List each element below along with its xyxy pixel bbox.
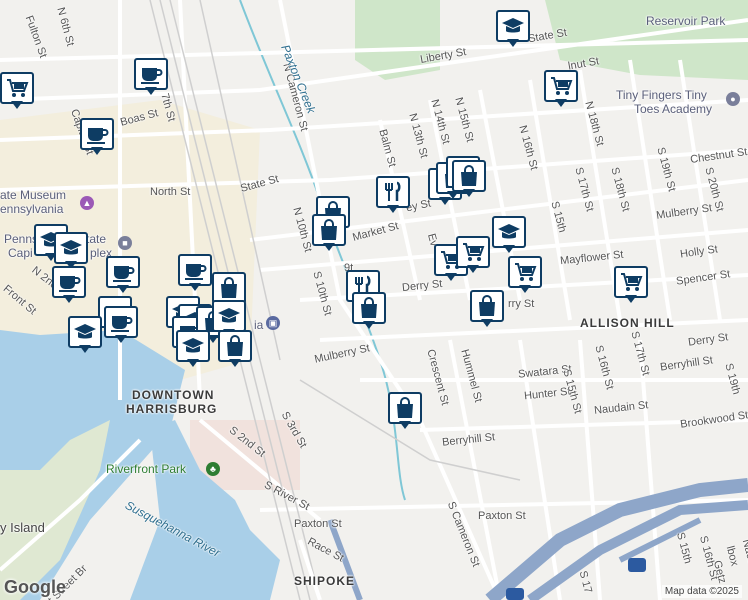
area-label-allison-hill: ALLISON HILL [580, 316, 675, 330]
poi-label-state-museum-1[interactable]: ate Museum [0, 188, 66, 202]
pin-tip [503, 245, 515, 253]
bag-pin[interactable] [470, 290, 504, 328]
pin-tip [399, 421, 411, 429]
cart-icon [456, 236, 490, 268]
bag-icon [452, 160, 486, 192]
street-label-paxton1: Paxton St [294, 518, 342, 530]
street-label-north: North St [150, 186, 191, 198]
cart-pin[interactable] [544, 70, 578, 108]
bag-pin[interactable] [452, 160, 486, 198]
pin-tip [117, 285, 129, 293]
map-attribution[interactable]: Map data ©2025 [661, 585, 742, 598]
bag-pin[interactable] [312, 214, 346, 252]
pin-tip [187, 359, 199, 367]
street-label-derry3: rry St [508, 298, 535, 310]
cart-pin[interactable] [508, 256, 542, 294]
street-label-paxton2: Paxton St [478, 510, 526, 522]
cup-icon [134, 58, 168, 90]
pin-tip [145, 87, 157, 95]
poi-label-tiny-fingers[interactable]: Tiny Fingers Tiny [616, 88, 707, 102]
school-icon-tiny-fingers: ● [726, 92, 740, 106]
pin-tip [507, 39, 519, 47]
poi-label-state-museum-2[interactable]: ennsylvania [0, 202, 63, 216]
cup-pin[interactable] [52, 266, 86, 304]
cup-pin[interactable] [104, 306, 138, 344]
cup-pin[interactable] [134, 58, 168, 96]
school-icon [496, 10, 530, 42]
cart-icon [614, 266, 648, 298]
pin-tip [79, 345, 91, 353]
pin-tip [387, 205, 399, 213]
poi-label-tiny-toes[interactable]: Toes Academy [634, 102, 712, 116]
poi-label-capitol-2[interactable]: Capi [8, 246, 33, 260]
cup-icon [178, 254, 212, 286]
bag-icon [312, 214, 346, 246]
bag-pin[interactable] [218, 330, 252, 368]
school-icon [212, 300, 246, 332]
pin-tip [555, 99, 567, 107]
pin-tip [91, 147, 103, 155]
pin-tip [189, 283, 201, 291]
poi-label-reservoir-park[interactable]: Reservoir Park [646, 14, 725, 28]
area-label-shipoke: SHIPOKE [294, 574, 356, 588]
cart-icon [0, 72, 34, 104]
pin-tip [11, 101, 23, 109]
poi-label-station[interactable]: ia [254, 318, 263, 332]
cup-pin[interactable] [106, 256, 140, 294]
pin-tip [323, 243, 335, 251]
cup-pin[interactable] [80, 118, 114, 156]
school-pin[interactable] [492, 216, 526, 254]
museum-icon: ▲ [80, 196, 94, 210]
school-pin[interactable] [54, 232, 88, 270]
school-icon [54, 232, 88, 264]
pin-tip [115, 335, 127, 343]
school-pin[interactable] [68, 316, 102, 354]
landmark-icon: ■ [118, 236, 132, 250]
bag-icon [470, 290, 504, 322]
area-label-harrisburg: HARRISBURG [126, 402, 218, 416]
pin-tip [467, 265, 479, 273]
cup-icon [80, 118, 114, 150]
pin-tip [625, 295, 637, 303]
pin-tip [63, 295, 75, 303]
food-pin[interactable] [376, 176, 410, 214]
food-icon [376, 176, 410, 208]
cart-pin[interactable] [0, 72, 34, 110]
bag-icon [218, 330, 252, 362]
cup-icon [104, 306, 138, 338]
cup-pin[interactable] [178, 254, 212, 292]
bag-pin[interactable] [388, 392, 422, 430]
cart-pin[interactable] [614, 266, 648, 304]
school-pin[interactable] [496, 10, 530, 48]
poi-label-capitol-1[interactable]: Penns [4, 232, 38, 246]
pin-tip [445, 273, 457, 281]
train-station-icon: ▣ [266, 316, 280, 330]
school-pin[interactable] [176, 330, 210, 368]
school-icon [68, 316, 102, 348]
cart-pin[interactable] [456, 236, 490, 274]
pin-tip [519, 285, 531, 293]
cup-icon [52, 266, 86, 298]
google-logo: Google [4, 577, 66, 597]
cart-icon [544, 70, 578, 102]
area-label-downtown: DOWNTOWN [132, 388, 215, 402]
bag-pin[interactable] [352, 292, 386, 330]
island-label: y Island [0, 520, 45, 535]
school-icon [176, 330, 210, 362]
school-icon [492, 216, 526, 248]
map-canvas[interactable]: Fulton St N 6th St Boas St 7th St Capito… [0, 0, 748, 600]
poi-label-capitol-3[interactable]: tate [86, 232, 106, 246]
pin-tip [481, 319, 493, 327]
poi-label-riverfront-park[interactable]: Riverfront Park [106, 462, 186, 476]
park-icon: ♣ [206, 462, 220, 476]
bag-icon [352, 292, 386, 324]
pin-tip [363, 321, 375, 329]
bag-icon [388, 392, 422, 424]
cart-icon [508, 256, 542, 288]
cup-icon [106, 256, 140, 288]
pin-tip [229, 359, 241, 367]
pin-tip [463, 189, 475, 197]
